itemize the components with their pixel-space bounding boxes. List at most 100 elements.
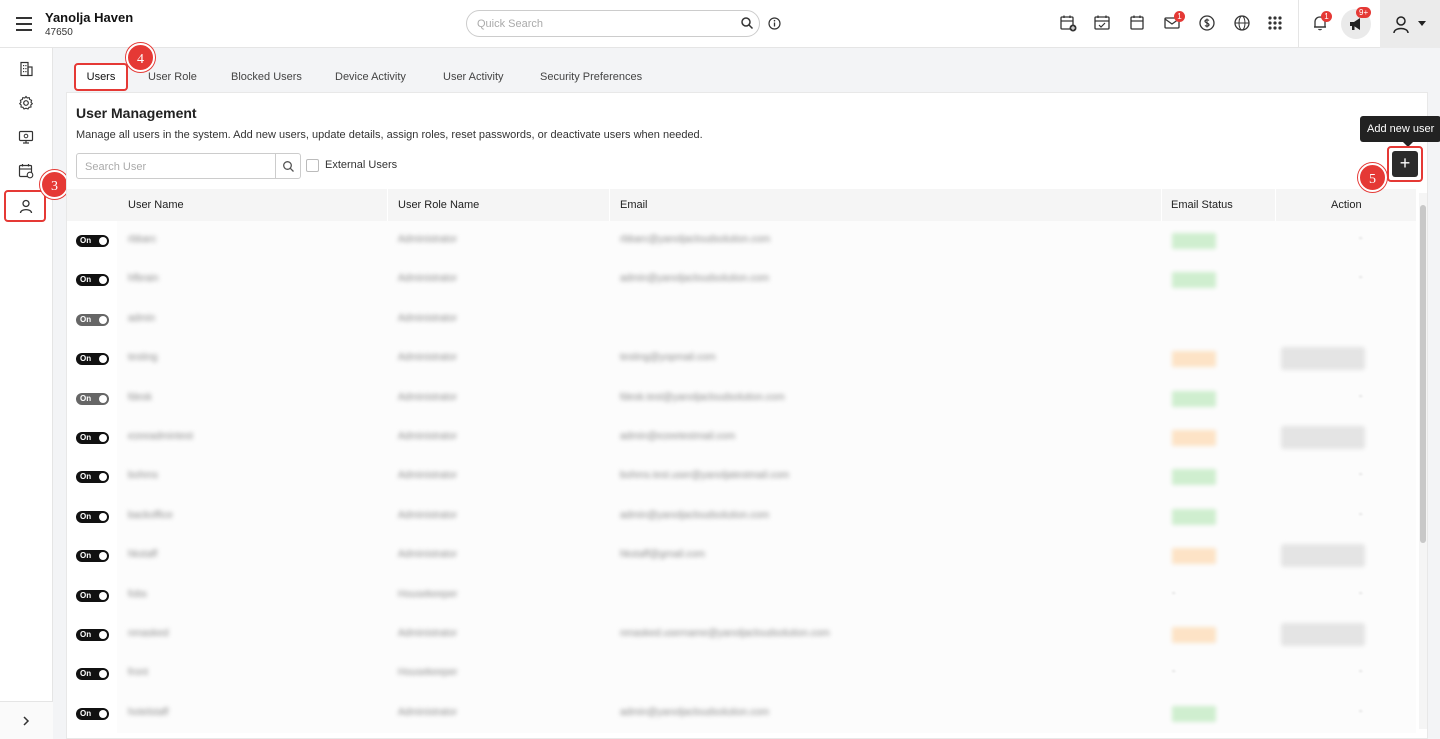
page-title: User Management <box>76 105 197 121</box>
table-scrollbar[interactable] <box>1419 193 1427 729</box>
info-icon[interactable] <box>768 17 781 30</box>
row-toggle-cell: On <box>67 693 117 734</box>
sidebar-item-users[interactable] <box>4 190 46 222</box>
add-user-tooltip: Add new user <box>1360 116 1440 147</box>
globe-icon[interactable] <box>1233 14 1251 32</box>
toggle-knob <box>99 315 107 324</box>
table-row: On ezeeadmintest Administrator admin@ezeete… <box>67 418 1416 458</box>
tab-user-activity[interactable]: User Activity <box>443 62 504 92</box>
toggle-knob <box>99 394 107 403</box>
email-cell: admin@yanoljacloudsolution.com <box>620 273 770 285</box>
sidebar-expand-button[interactable] <box>0 701 53 739</box>
sidebar-item-settings[interactable] <box>0 86 53 120</box>
active-toggle[interactable]: On <box>76 353 109 366</box>
tab-device-activity[interactable]: Device Activity <box>335 62 406 92</box>
currency-icon[interactable] <box>1198 14 1216 32</box>
tab-users[interactable]: Users <box>74 63 128 91</box>
row-background <box>117 575 1416 616</box>
email-cell: admin@ezeetestmail.com <box>620 431 736 442</box>
table-row: On nmasked Administrator nmasked.username@y… <box>67 615 1416 655</box>
row-toggle-cell: On <box>67 654 117 694</box>
search-user-button[interactable] <box>275 153 301 179</box>
toggle-knob <box>99 631 107 639</box>
email-status-empty: - <box>1172 587 1176 599</box>
add-user-highlight: + <box>1387 146 1423 182</box>
toggle-label: On <box>80 669 92 679</box>
toggle-knob <box>99 237 107 245</box>
user-role-cell: Housekeeper <box>398 667 458 679</box>
megaphone-icon <box>1350 18 1360 30</box>
top-header: Yanolja Haven 47650 1 1 9+ <box>0 0 1440 48</box>
tab-blocked-users[interactable]: Blocked Users <box>231 62 302 92</box>
email-cell: testing@yopmail.com <box>620 352 716 364</box>
user-name-cell: front <box>128 667 149 679</box>
toggle-knob <box>99 434 107 442</box>
active-toggle[interactable]: On <box>76 629 109 641</box>
calendar-check-icon[interactable] <box>1093 14 1111 32</box>
resend-email-button[interactable] <box>1281 623 1365 646</box>
column-user-name[interactable]: User Name <box>128 189 184 221</box>
resend-email-button[interactable] <box>1281 347 1365 371</box>
header-divider <box>1298 0 1299 48</box>
toggle-label: On <box>80 472 92 482</box>
tab-security-preferences[interactable]: Security Preferences <box>540 62 642 92</box>
email-status-badge <box>1172 351 1216 368</box>
toggle-label: On <box>80 275 92 285</box>
active-toggle[interactable]: On <box>76 432 109 444</box>
active-toggle[interactable]: On <box>76 668 109 681</box>
toggle-label: On <box>80 630 92 639</box>
toggle-knob <box>99 473 107 482</box>
menu-icon[interactable] <box>16 17 32 31</box>
column-user-role-name[interactable]: User Role Name <box>398 189 479 221</box>
email-status-badge <box>1172 508 1216 525</box>
email-status-badge <box>1172 430 1216 446</box>
notification-badge: 1 <box>1321 11 1332 22</box>
toggle-label: On <box>80 433 92 442</box>
row-toggle-cell: On <box>67 418 117 458</box>
user-icon <box>19 199 33 214</box>
active-toggle[interactable]: On <box>76 274 109 287</box>
scrollbar-thumb[interactable] <box>1420 205 1426 543</box>
active-toggle[interactable]: On <box>76 471 109 484</box>
calendar-icon[interactable] <box>1128 14 1146 32</box>
gear-icon <box>18 95 34 110</box>
user-icon <box>1393 16 1409 34</box>
resend-email-button[interactable] <box>1281 426 1365 449</box>
email-status-badge <box>1172 548 1216 565</box>
row-background <box>117 536 1416 576</box>
column-email[interactable]: Email <box>620 189 648 221</box>
row-toggle-cell: On <box>67 221 117 261</box>
resend-email-button[interactable] <box>1281 544 1365 568</box>
column-divider <box>1275 189 1276 221</box>
add-user-button[interactable]: + <box>1392 151 1418 177</box>
calendar-add-icon[interactable] <box>1059 14 1077 32</box>
search-user-input[interactable] <box>85 159 265 174</box>
tab-user-role[interactable]: User Role <box>148 62 197 92</box>
action-empty: - <box>1359 233 1363 244</box>
sidebar-item-monitor[interactable] <box>0 120 53 154</box>
active-toggle[interactable]: On <box>76 707 109 720</box>
active-toggle[interactable]: On <box>76 313 109 326</box>
active-toggle[interactable]: On <box>76 550 109 563</box>
user-menu-button[interactable] <box>1380 0 1440 48</box>
caret-down-icon <box>1418 21 1426 26</box>
column-divider <box>1161 189 1162 221</box>
active-toggle[interactable]: On <box>76 589 109 602</box>
toggle-label: On <box>80 590 92 600</box>
row-toggle-cell: On <box>67 260 117 300</box>
hotel-id: 47650 <box>45 27 73 38</box>
active-toggle[interactable]: On <box>76 392 109 405</box>
toggle-label: On <box>80 708 92 718</box>
user-name-cell: nmasked <box>128 628 169 639</box>
search-icon[interactable] <box>740 16 754 30</box>
column-email-status[interactable]: Email Status <box>1171 189 1233 221</box>
external-users-checkbox[interactable] <box>306 159 319 172</box>
action-empty: - <box>1359 587 1363 599</box>
active-toggle[interactable]: On <box>76 235 109 247</box>
sidebar-item-property[interactable] <box>0 52 53 86</box>
quick-search-input[interactable] <box>477 16 727 32</box>
toggle-knob <box>99 591 107 600</box>
apps-grid-icon[interactable] <box>1266 14 1284 32</box>
row-toggle-cell: On <box>67 575 117 616</box>
active-toggle[interactable]: On <box>76 510 109 523</box>
